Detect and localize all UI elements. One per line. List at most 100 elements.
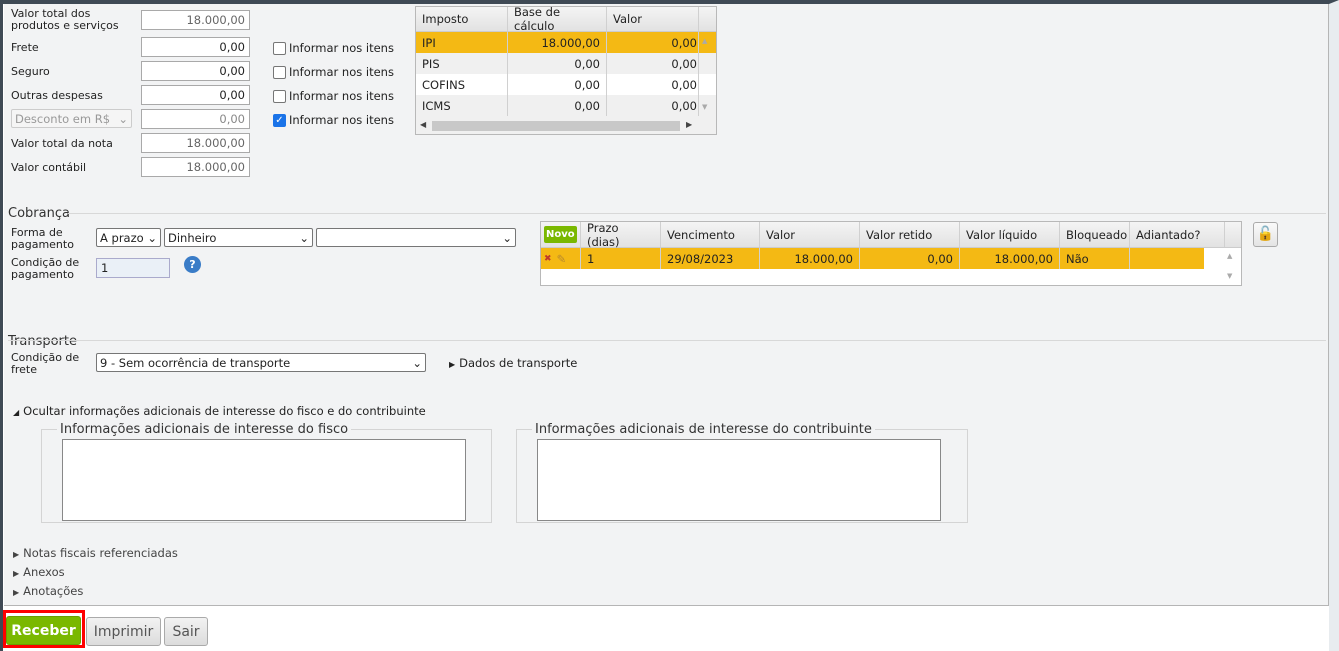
- notas-referenciadas-toggle[interactable]: ▶ Notas fiscais referenciadas: [13, 546, 178, 560]
- checkmark-icon: ✓: [273, 113, 286, 127]
- row-actions: ✖ ✎: [541, 248, 581, 269]
- horizontal-scrollbar[interactable]: ◀ ▶: [420, 120, 710, 132]
- condicao-frete-label: Condição de frete: [11, 351, 80, 376]
- contribuinte-legend: Informações adicionais de interesse do c…: [532, 422, 875, 437]
- informar-frete-checkbox[interactable]: Informar nos itens: [273, 41, 394, 55]
- col-valor[interactable]: Valor: [607, 7, 699, 31]
- tax-grid: Imposto Base de cálculo Valor IPI 18.000,…: [415, 5, 717, 135]
- cell: 0,00: [607, 95, 699, 116]
- divider: [8, 340, 1326, 341]
- scroll-left-icon: ◀: [420, 120, 427, 129]
- col-adiantado[interactable]: Adiantado?: [1130, 222, 1225, 247]
- imprimir-button[interactable]: Imprimir: [86, 617, 161, 646]
- table-row[interactable]: IPI 18.000,00 0,00: [416, 32, 716, 53]
- forma-pagamento-label: Forma de pagamento: [11, 226, 74, 251]
- scroll-down-icon[interactable]: ▼: [702, 103, 707, 111]
- cell: 0,00: [508, 95, 607, 116]
- cell: [1130, 248, 1204, 269]
- unlock-icon[interactable]: 🔓: [1253, 222, 1278, 247]
- col-vencimento[interactable]: Vencimento: [661, 222, 760, 247]
- checkbox-icon: [273, 65, 286, 79]
- contribuinte-textarea[interactable]: [537, 439, 941, 521]
- forma-tipo-select[interactable]: Dinheiro ⌄: [164, 228, 313, 247]
- cell: IPI: [416, 32, 508, 53]
- scroll-up-icon[interactable]: ▲: [1227, 252, 1232, 260]
- caret-right-icon: ▶: [13, 569, 20, 578]
- label-valor-total-produtos: Valor total dos produtos e serviços: [11, 7, 119, 32]
- scroll-thumb[interactable]: [432, 121, 680, 131]
- col-prazo[interactable]: Prazo (dias): [581, 221, 661, 249]
- chevron-down-icon: ⌄: [118, 111, 128, 126]
- col-valor[interactable]: Valor: [760, 222, 860, 247]
- help-icon[interactable]: ?: [184, 256, 201, 273]
- select-value: Dinheiro: [168, 230, 217, 245]
- label-seguro: Seguro: [11, 65, 50, 78]
- col-bloqueado[interactable]: Bloqueado: [1060, 222, 1130, 247]
- col-valor-liquido[interactable]: Valor líquido: [960, 222, 1060, 247]
- anotacoes-toggle[interactable]: ▶ Anotações: [13, 584, 83, 598]
- toggle-label: Anexos: [23, 565, 65, 579]
- cell: 0,00: [607, 53, 699, 74]
- novo-button[interactable]: Novo: [544, 226, 577, 243]
- frete-field[interactable]: 0,00: [141, 37, 250, 57]
- sair-button[interactable]: Sair: [164, 617, 208, 646]
- chevron-down-icon: ⌄: [412, 355, 422, 370]
- seguro-field[interactable]: 0,00: [141, 61, 250, 81]
- select-value: A prazo: [100, 230, 144, 245]
- scroll-up-icon[interactable]: ▲: [702, 37, 707, 45]
- dados-transporte-toggle[interactable]: ▶ Dados de transporte: [449, 356, 577, 370]
- informar-seguro-checkbox[interactable]: Informar nos itens: [273, 65, 394, 79]
- desconto-field[interactable]: 0,00: [141, 109, 250, 129]
- condicao-frete-select[interactable]: 9 - Sem ocorrência de transporte ⌄: [96, 353, 426, 372]
- scroll-right-icon: ▶: [686, 120, 693, 129]
- toggle-label: Notas fiscais referenciadas: [23, 546, 178, 560]
- cell: PIS: [416, 53, 508, 74]
- fisco-fieldset: Informações adicionais de interesse do f…: [41, 422, 492, 523]
- informar-desconto-checkbox[interactable]: ✓ Informar nos itens: [273, 113, 394, 127]
- table-row[interactable]: COFINS 0,00 0,00: [416, 74, 716, 95]
- condicao-pagamento-field[interactable]: 1: [96, 258, 170, 278]
- cell: ICMS: [416, 95, 508, 116]
- delete-icon[interactable]: ✖: [544, 254, 552, 264]
- cell: 0,00: [607, 74, 699, 95]
- col-imposto[interactable]: Imposto: [416, 7, 508, 31]
- checkbox-icon: [273, 89, 286, 103]
- informar-outras-checkbox[interactable]: Informar nos itens: [273, 89, 394, 103]
- col-base[interactable]: Base de cálculo: [508, 5, 607, 33]
- checkbox-label: Informar nos itens: [289, 65, 394, 79]
- chevron-down-icon: ⌄: [299, 230, 309, 245]
- anexos-toggle[interactable]: ▶ Anexos: [13, 565, 65, 579]
- tax-grid-header: Imposto Base de cálculo Valor: [416, 5, 716, 33]
- valor-contabil-field: 18.000,00: [141, 157, 250, 177]
- desconto-type-select[interactable]: Desconto em R$ ⌄: [11, 109, 132, 128]
- caret-right-icon: ▶: [449, 360, 456, 369]
- valor-total-produtos-field: 18.000,00: [141, 10, 250, 30]
- fisco-legend: Informações adicionais de interesse do f…: [57, 422, 352, 437]
- fisco-textarea[interactable]: [62, 439, 466, 521]
- cell: Não: [1060, 248, 1130, 269]
- toggle-label: Ocultar informações adicionais de intere…: [23, 404, 426, 418]
- receber-button[interactable]: Receber: [6, 616, 81, 645]
- toggle-label: Anotações: [23, 584, 84, 598]
- table-row[interactable]: PIS 0,00 0,00: [416, 53, 716, 74]
- cell: 0,00: [508, 53, 607, 74]
- caret-right-icon: ▶: [13, 588, 20, 597]
- table-row[interactable]: ICMS 0,00 0,00: [416, 95, 716, 116]
- caret-down-icon: ◢: [13, 408, 20, 417]
- cell: COFINS: [416, 74, 508, 95]
- col-valor-retido[interactable]: Valor retido: [860, 222, 960, 247]
- condicao-pagamento-label: Condição de pagamento: [11, 256, 80, 281]
- edit-pencil-icon[interactable]: ✎: [557, 252, 567, 266]
- scroll-down-icon[interactable]: ▼: [1227, 272, 1232, 280]
- desconto-type-value: Desconto em R$: [15, 111, 111, 126]
- forma-extra-select[interactable]: ⌄: [316, 228, 516, 247]
- ocultar-adicionais-toggle[interactable]: ◢ Ocultar informações adicionais de inter…: [13, 404, 426, 418]
- forma-prazo-select[interactable]: A prazo ⌄: [96, 228, 161, 247]
- table-row[interactable]: ✖ ✎ 1 29/08/2023 18.000,00 0,00 18.000,00…: [541, 248, 1204, 269]
- cell: 18.000,00: [760, 248, 860, 269]
- cell: 29/08/2023: [661, 248, 760, 269]
- checkbox-label: Informar nos itens: [289, 113, 394, 127]
- outras-despesas-field[interactable]: 0,00: [141, 85, 250, 105]
- cell: 0,00: [607, 32, 699, 53]
- checkbox-icon: [273, 41, 286, 55]
